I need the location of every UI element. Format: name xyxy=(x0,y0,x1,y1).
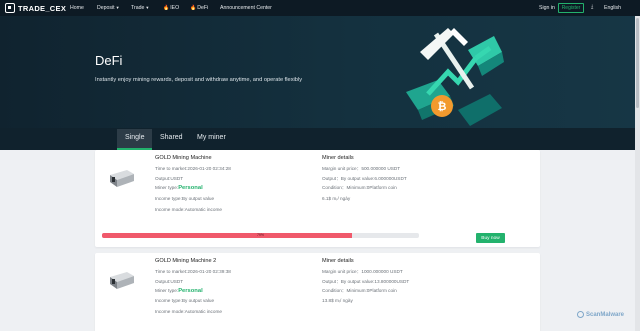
miner-details-title: Miner details xyxy=(322,155,354,161)
income-mode: Income mode:Automatic income xyxy=(155,207,222,212)
shield-icon xyxy=(577,311,584,318)
svg-text:₿: ₿ xyxy=(438,100,447,113)
time-to-market: Time to market:2026-01-20 02:39:38 xyxy=(155,269,231,274)
tab-single[interactable]: Single xyxy=(125,134,144,141)
logo-icon xyxy=(5,3,15,13)
output-value: Output：By output value:13.800000USDT xyxy=(322,279,410,284)
miner-card: GOLD Mining Machine 2 Time to market:202… xyxy=(95,253,540,331)
chevron-down-icon: ▼ xyxy=(145,5,150,10)
output-currency: Output:USDT xyxy=(155,279,184,284)
condition: Condition：Minimum:0Platform coin xyxy=(322,185,397,190)
logo-text: TRADE_CEX xyxy=(18,3,67,13)
output-value: Output：By output value:6.000000USDT xyxy=(322,176,407,181)
nav-ieo[interactable]: 🔥IEO xyxy=(163,5,179,11)
miner-type: Miner type:Personal xyxy=(155,185,203,191)
daily-rate: 6.1$ mᵣ/ ngày xyxy=(322,196,351,201)
margin-unit-price: Margin unit price：500.000000 USDT xyxy=(322,166,401,171)
top-navbar: TRADE_CEX Home Deposit▼ Trade▼ 🔥IEO 🔥DeF… xyxy=(0,0,640,16)
miner-type-label: Miner type: xyxy=(155,288,179,293)
nav-deposit[interactable]: Deposit▼ xyxy=(97,5,120,11)
buy-now-button[interactable]: Buy now xyxy=(476,233,505,243)
page-title: DeFi xyxy=(95,53,123,68)
condition: Condition：Minimum:0Platform coin xyxy=(322,288,397,293)
download-icon[interactable]: ⤓ xyxy=(591,4,593,11)
miner-name: GOLD Mining Machine 2 xyxy=(155,258,217,264)
miner-type: Miner type:Personal xyxy=(155,288,203,294)
nav-trade-label: Trade xyxy=(131,5,145,11)
margin-unit-price: Margin unit price：1000.000000 USDT xyxy=(322,269,403,274)
miner-name: GOLD Mining Machine xyxy=(155,155,212,161)
signin-link[interactable]: Sign in xyxy=(539,5,555,11)
daily-rate: 13.8$ mᵣ/ ngày xyxy=(322,298,353,303)
miner-type-value: Personal xyxy=(178,288,203,294)
language-selector[interactable]: English xyxy=(604,5,621,11)
output-currency: Output:USDT xyxy=(155,176,184,181)
time-to-market: Time to market:2026-01-20 02:34:28 xyxy=(155,166,231,171)
nav-trade[interactable]: Trade▼ xyxy=(131,5,149,11)
hero-subtitle: Instantly enjoy mining rewards, deposit … xyxy=(95,77,303,83)
flame-icon: 🔥 xyxy=(163,5,170,11)
scrollbar-thumb[interactable] xyxy=(636,18,639,108)
watermark-text: ScanMalware xyxy=(586,311,625,318)
watermark: ScanMalware xyxy=(577,311,624,318)
tab-my-miner[interactable]: My miner xyxy=(197,134,226,141)
tab-shared[interactable]: Shared xyxy=(160,134,183,141)
nav-announcement[interactable]: Announcement Center xyxy=(220,5,272,11)
nav-defi[interactable]: 🔥DeFi xyxy=(190,5,208,11)
income-mode: Income mode:Automatic income xyxy=(155,309,222,314)
miner-details-title: Miner details xyxy=(322,258,354,264)
chevron-down-icon: ▼ xyxy=(115,5,120,10)
progress-label: 79% xyxy=(256,233,264,237)
miner-type-value: Personal xyxy=(178,185,203,191)
mining-machine-image xyxy=(110,170,134,187)
nav-deposit-label: Deposit xyxy=(97,5,115,11)
flame-icon: 🔥 xyxy=(190,5,197,11)
nav-defi-label: DeFi xyxy=(197,5,209,11)
mining-machine-image xyxy=(110,272,134,289)
logo[interactable]: TRADE_CEX xyxy=(5,3,66,13)
mining-illustration: ₿ xyxy=(406,28,504,126)
income-type: Income type:By output value xyxy=(155,196,215,201)
tab-bar: Single Shared My miner xyxy=(0,128,640,150)
miner-type-label: Miner type: xyxy=(155,185,179,190)
nav-ieo-label: IEO xyxy=(170,5,180,11)
nav-home[interactable]: Home xyxy=(70,5,84,11)
miner-card: GOLD Mining Machine Time to market:2026-… xyxy=(95,150,540,247)
sale-progress-bar: 79% xyxy=(102,233,419,238)
register-button[interactable]: Register xyxy=(558,3,584,13)
hero-banner: DeFi Instantly enjoy mining rewards, dep… xyxy=(0,16,640,128)
income-type: Income type:By output value xyxy=(155,298,215,303)
